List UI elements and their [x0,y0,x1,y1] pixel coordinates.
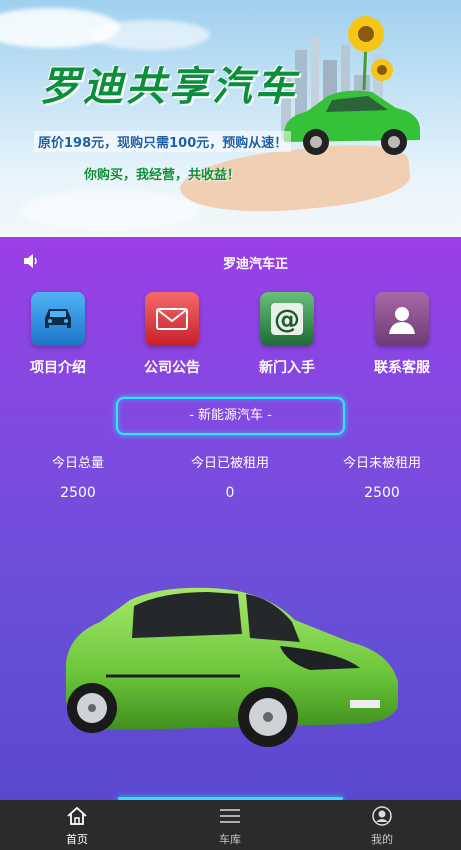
stat-value: 2500 [60,485,96,501]
menu-item-label: 新门入手 [259,360,315,376]
banner-slogan: 你购买，我经营，共收益！ [84,168,241,183]
menu-item-customer-service[interactable]: 联系客服 [352,292,452,377]
menu-item-label: 项目介绍 [30,360,86,376]
stat-label: 今日未被租用 [342,456,421,471]
tab-label: 车库 [219,833,241,846]
notice-marquee-text: 罗迪汽车正 [223,257,289,272]
stat-value: 0 [225,485,235,501]
menu-item-label: 公司公告 [144,360,200,376]
stat-label: 今日已被租用 [190,456,269,471]
tab-profile[interactable]: 我的 [342,806,422,847]
tab-garage[interactable]: 车库 [190,806,270,847]
tab-label: 我的 [371,833,393,846]
main-content: 罗迪汽车正 项目介绍 公司公告 @ 新门入手 联系客服 - 新能源汽车 - 今日… [0,237,461,800]
tab-home[interactable]: 首页 [37,806,117,847]
stat-rented: 今日已被租用 0 [155,452,305,501]
feature-menu: 项目介绍 公司公告 @ 新门入手 联系客服 [0,292,461,382]
menu-item-company-notice[interactable]: 公司公告 [122,292,222,377]
home-icon [67,806,87,825]
tab-label: 首页 [66,833,88,846]
menu-item-project-intro[interactable]: 项目介绍 [8,292,108,377]
car-icon [31,292,85,346]
stat-available: 今日未被租用 2500 [307,452,457,501]
at-icon: @ [260,292,314,346]
cloud-decoration [20,190,200,230]
notice-bar[interactable]: 罗迪汽车正 [0,251,461,273]
hero-banner[interactable]: 罗迪共享汽车 原价198元，现购只需100元，预购从速！ 你购买，我经营，共收益… [0,0,461,237]
category-new-energy-button[interactable]: - 新能源汽车 - [116,397,345,435]
cloud-decoration [90,20,210,50]
user-icon [375,292,429,346]
banner-title: 罗迪共享汽车 [40,63,298,110]
svg-text:@: @ [274,305,300,335]
speaker-icon [24,254,37,268]
stat-value: 2500 [364,485,400,501]
menu-item-newbie-guide[interactable]: @ 新门入手 [237,292,337,377]
stat-total: 今日总量 2500 [3,452,153,501]
profile-icon [372,806,392,826]
stat-label: 今日总量 [51,456,104,471]
mail-icon [145,292,199,346]
menu-icon [220,809,240,823]
menu-item-label: 联系客服 [374,360,430,376]
bottom-tab-bar: 首页 车库 我的 [0,800,461,850]
featured-car-image[interactable] [60,582,405,752]
banner-promo-text: 原价198元，现购只需100元，预购从速！ [34,131,292,152]
sunflower-image [348,16,393,90]
banner-car-image [284,90,420,155]
